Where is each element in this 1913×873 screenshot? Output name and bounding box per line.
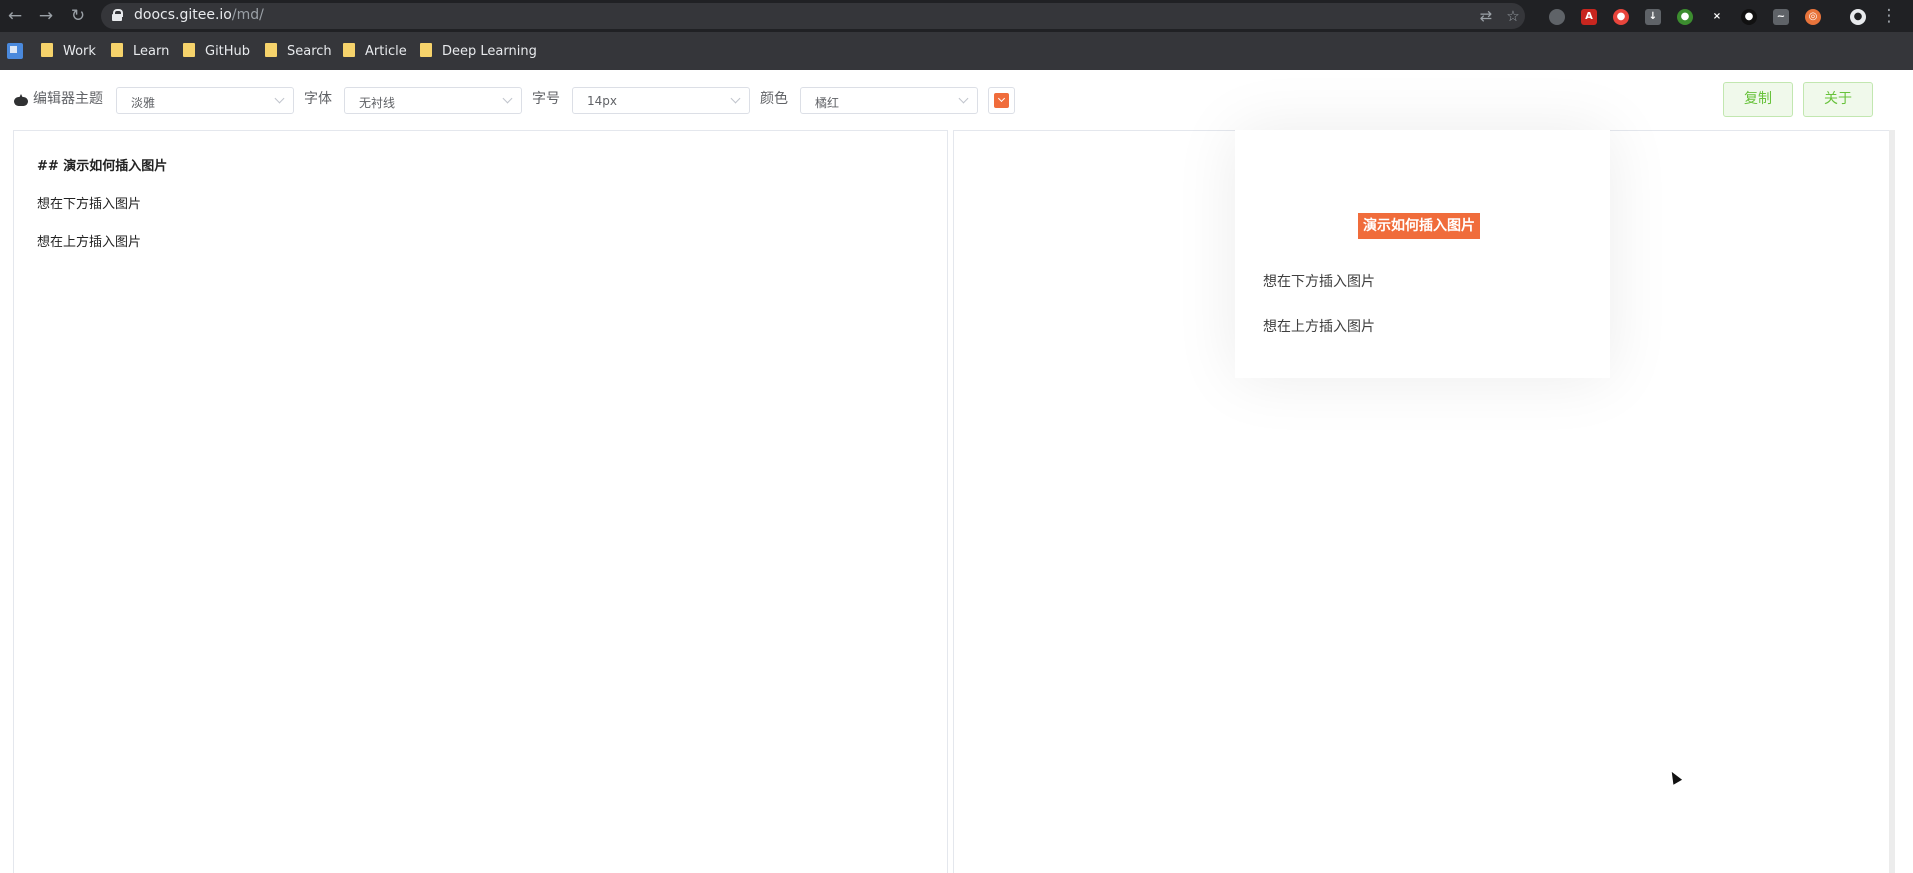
theme-value: 淡雅 — [131, 96, 156, 110]
bookmark-label: Search — [287, 44, 332, 59]
reload-icon[interactable]: ↻ — [67, 5, 89, 27]
back-icon[interactable]: ← — [4, 5, 26, 27]
url-text[interactable]: doocs.gitee.io/md/ — [134, 7, 264, 23]
preview-card: 演示如何插入图片 想在下方插入图片 想在上方插入图片 — [1235, 130, 1610, 378]
browser-tab-bar: ← → ↻ doocs.gitee.io/md/ ⇄ ☆ A ● ↓ ● × ●… — [0, 0, 1913, 32]
color-picker[interactable] — [988, 87, 1015, 114]
forward-icon[interactable]: → — [35, 5, 57, 27]
preview-paragraph: 想在上方插入图片 — [1263, 319, 1375, 335]
bookmark-learn[interactable]: Learn — [111, 43, 169, 59]
extension-orange-icon[interactable]: ◎ — [1805, 9, 1821, 25]
bookmark-article[interactable]: Article — [343, 43, 407, 59]
bookmark-label: Article — [365, 44, 407, 59]
color-select[interactable]: 橘红 — [800, 87, 978, 114]
bookmark-deep-learning[interactable]: Deep Learning — [420, 43, 537, 59]
folder-icon — [420, 43, 432, 57]
extension-download-icon[interactable]: ↓ — [1645, 9, 1661, 25]
color-label: 颜色 — [760, 91, 788, 107]
copy-button[interactable]: 复制 — [1723, 82, 1793, 117]
size-label: 字号 — [532, 91, 560, 107]
size-select[interactable]: 14px — [572, 87, 750, 114]
star-icon[interactable]: ☆ — [1504, 7, 1522, 25]
preview-scrollbar[interactable] — [1889, 130, 1895, 873]
upload-icon[interactable] — [14, 94, 28, 106]
menu-icon[interactable]: ⋮ — [1878, 5, 1900, 27]
lock-icon — [112, 9, 123, 21]
chevron-down-icon — [958, 93, 969, 104]
apps-icon[interactable] — [7, 43, 23, 59]
url-host: doocs.gitee.io — [134, 7, 232, 23]
markdown-editor[interactable]: ## 演示如何插入图片 想在下方插入图片 想在上方插入图片 — [13, 130, 948, 873]
color-value: 橘红 — [815, 96, 840, 110]
translate-icon[interactable]: ⇄ — [1477, 7, 1495, 25]
folder-icon — [41, 43, 53, 57]
theme-select[interactable]: 淡雅 — [116, 87, 294, 114]
bookmark-label: Deep Learning — [442, 44, 537, 59]
extension-dark-icon[interactable]: ● — [1741, 9, 1757, 25]
chevron-down-icon — [274, 93, 285, 104]
extension-circle-icon[interactable] — [1549, 9, 1565, 25]
folder-icon — [111, 43, 123, 57]
extension-green-icon[interactable]: ● — [1677, 9, 1693, 25]
about-button[interactable]: 关于 — [1803, 82, 1873, 117]
bookmark-label: Work — [63, 44, 96, 59]
chevron-down-icon — [730, 93, 741, 104]
font-value: 无衬线 — [359, 96, 396, 110]
theme-label: 编辑器主题 — [33, 91, 103, 107]
editor-line[interactable]: 想在下方插入图片 — [37, 193, 141, 212]
color-swatch-icon — [994, 93, 1009, 108]
size-value: 14px — [587, 94, 617, 108]
extension-link-icon[interactable]: ~ — [1773, 9, 1789, 25]
bookmark-label: Learn — [133, 44, 170, 59]
folder-icon — [265, 43, 277, 57]
extension-pdf-icon[interactable]: A — [1581, 9, 1597, 25]
extension-red-icon[interactable]: ● — [1613, 9, 1629, 25]
url-path: /md/ — [231, 7, 264, 23]
editor-line[interactable]: ## 演示如何插入图片 — [37, 155, 167, 174]
preview-heading: 演示如何插入图片 — [1358, 213, 1480, 239]
editor-toolbar: 编辑器主题 淡雅 字体 无衬线 字号 14px 颜色 橘红 复制 关于 — [0, 70, 1913, 128]
folder-icon — [343, 43, 355, 57]
bookmark-github[interactable]: GitHub — [183, 43, 250, 59]
font-select[interactable]: 无衬线 — [344, 87, 522, 114]
profile-icon[interactable]: ● — [1850, 9, 1866, 25]
editor-line[interactable]: 想在上方插入图片 — [37, 231, 141, 250]
font-label: 字体 — [304, 91, 332, 107]
bookmark-label: GitHub — [205, 44, 251, 59]
chevron-down-icon — [502, 93, 513, 104]
address-bar[interactable]: doocs.gitee.io/md/ ⇄ ☆ — [101, 3, 1525, 29]
bookmark-search[interactable]: Search — [265, 43, 332, 59]
bookmark-work[interactable]: Work — [41, 43, 96, 59]
folder-icon — [183, 43, 195, 57]
extension-x-icon[interactable]: × — [1709, 9, 1725, 25]
preview-paragraph: 想在下方插入图片 — [1263, 274, 1375, 290]
